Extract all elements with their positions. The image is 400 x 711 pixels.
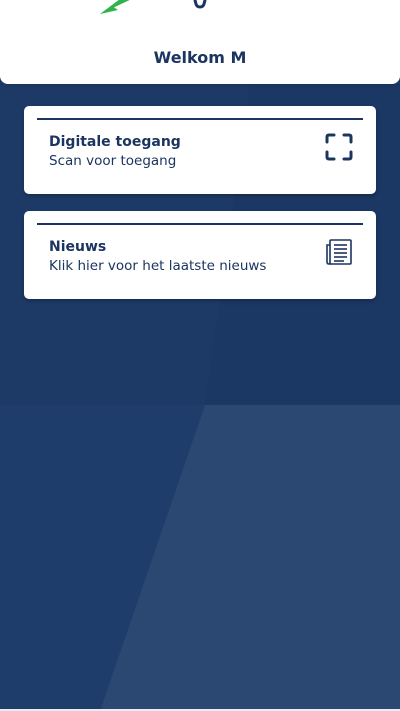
digital-access-title: Digitale toegang xyxy=(49,134,181,150)
news-title: Nieuws xyxy=(49,239,107,255)
app-header: Welkom M xyxy=(0,0,400,84)
newspaper-icon xyxy=(326,239,352,265)
news-card[interactable]: Nieuws Klik hier voor het laatste nieuws xyxy=(24,211,376,299)
card-divider xyxy=(37,223,363,225)
card-divider xyxy=(37,118,363,120)
welcome-title: Welkom M xyxy=(153,48,247,67)
news-subtitle: Klik hier voor het laatste nieuws xyxy=(49,258,267,274)
digital-access-subtitle: Scan voor toegang xyxy=(49,153,177,169)
brand-logo xyxy=(100,0,207,14)
digital-access-card[interactable]: Digitale toegang Scan voor toegang xyxy=(24,106,376,194)
scan-icon xyxy=(325,133,353,161)
